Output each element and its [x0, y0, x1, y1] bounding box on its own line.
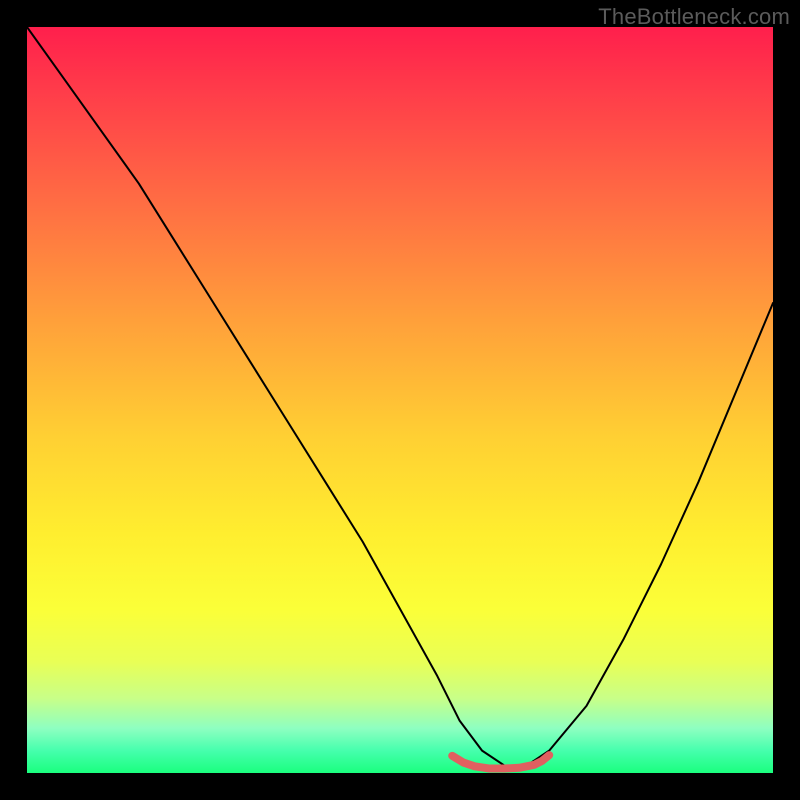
chart-frame: TheBottleneck.com: [0, 0, 800, 800]
plot-area: [27, 27, 773, 773]
chart-svg: [27, 27, 773, 773]
watermark-text: TheBottleneck.com: [598, 4, 790, 30]
series-valley-marker: [452, 755, 549, 768]
series-container: [27, 27, 773, 769]
series-bottleneck-curve: [27, 27, 773, 766]
